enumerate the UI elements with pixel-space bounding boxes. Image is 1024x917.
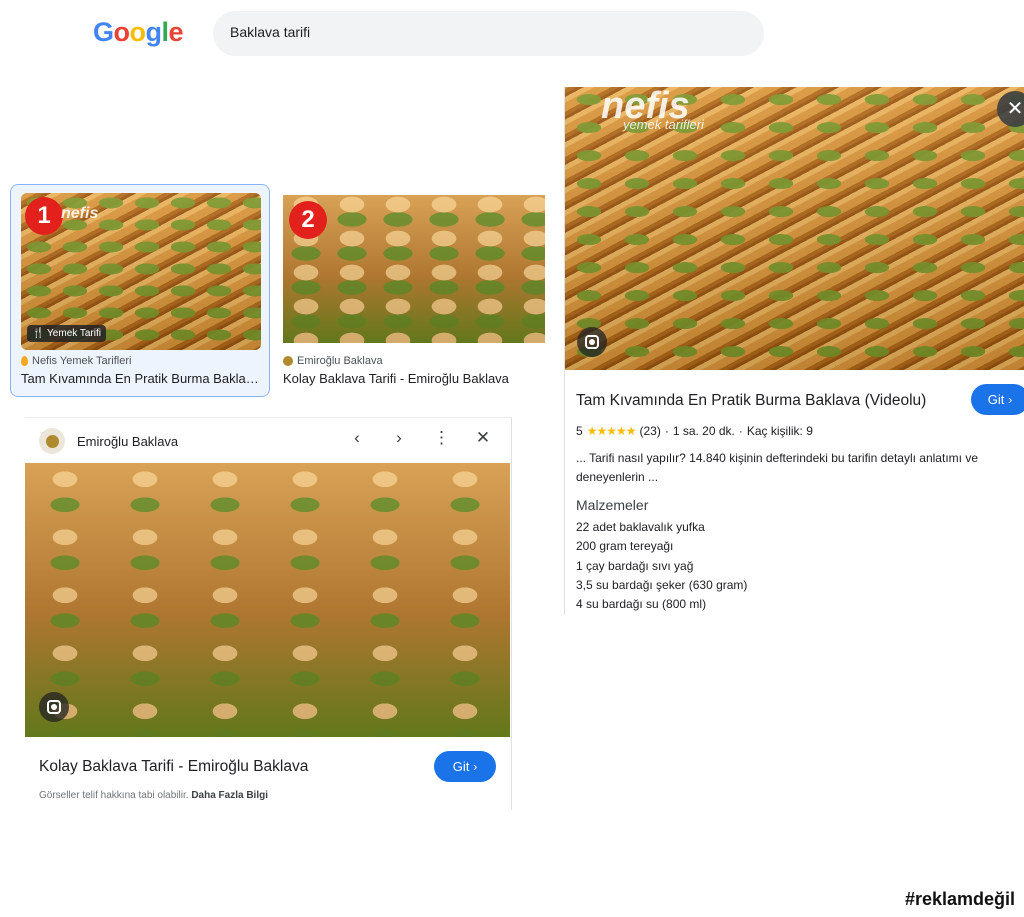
logo-letter: e: [168, 17, 184, 47]
star-icon: ★★★★★: [586, 424, 637, 438]
rating-value: 5: [576, 424, 583, 438]
result-source[interactable]: Nefis Yemek Tarifleri: [21, 355, 131, 367]
separator: ·: [664, 424, 669, 438]
logo-letter: l: [161, 17, 170, 47]
preview-panel-emiroglu: Emiroğlu Baklava ‹ › ⋮ ✕ Kolay Baklava T…: [25, 417, 512, 810]
google-logo[interactable]: Google: [93, 17, 184, 48]
image-result-1[interactable]: 1 nefis 🍴 Yemek Tarifi Nefis Yemek Tarif…: [10, 184, 270, 397]
preview-image[interactable]: [25, 463, 510, 737]
number-badge: 2: [289, 201, 327, 239]
more-options-icon[interactable]: ⋮: [433, 428, 450, 448]
site-watermark-sub: yemek tarifleri: [623, 117, 704, 132]
search-query[interactable]: Baklava tarifi: [230, 24, 310, 40]
ingredient-item: 4 su bardağı su (800 ml): [576, 597, 707, 612]
recipe-meta: 5 ★★★★★ (23) · 1 sa. 20 dk. · Kaç kişili…: [576, 424, 813, 438]
logo-letter: o: [113, 17, 131, 47]
ingredient-item: 22 adet baklavalık yufka: [576, 520, 705, 534]
result-title[interactable]: Kolay Baklava Tarifi - Emiroğlu Baklava: [283, 371, 545, 386]
ingredient-item: 1 çay bardağı sıvı yağ: [576, 558, 694, 573]
recipe-description: ... Tarifi nasıl yapılır? 14.840 kişinin…: [576, 451, 978, 484]
ingredient-item: 3,5 su bardağı şeker (630 gram): [576, 577, 748, 592]
preview-panel-nefis: nefis yemek tarifleri ✕ Tam Kıvamında En…: [564, 85, 1024, 616]
site-favicon-icon: [39, 428, 65, 454]
preview-title[interactable]: Tam Kıvamında En Pratik Burma Baklava (V…: [576, 392, 926, 410]
learn-more-link[interactable]: Daha Fazla Bilgi: [191, 790, 268, 801]
chevron-right-icon[interactable]: ›: [391, 428, 407, 448]
site-watermark: nefis: [61, 205, 99, 222]
result-source[interactable]: Emiroğlu Baklava: [283, 355, 383, 367]
result-title[interactable]: Tam Kıvamında En Pratik Burma Baklava (V…: [21, 371, 261, 386]
site-favicon-icon: [283, 356, 293, 366]
go-button[interactable]: Git ›: [971, 384, 1024, 415]
source-name: Nefis Yemek Tarifleri: [32, 355, 132, 367]
duration: 1 sa. 20 dk.: [672, 424, 735, 438]
panel-controls: ‹ › ⋮ ✕: [349, 428, 491, 448]
source-name: Emiroğlu Baklava: [297, 355, 383, 367]
logo-letter: G: [93, 17, 114, 47]
go-button[interactable]: Git ›: [434, 751, 496, 782]
preview-title[interactable]: Kolay Baklava Tarifi - Emiroğlu Baklava: [39, 758, 308, 776]
recipe-chip: 🍴 Yemek Tarifi: [27, 325, 106, 342]
logo-letter: g: [145, 17, 163, 47]
separator: ·: [738, 424, 743, 438]
ingredients-heading: Malzemeler: [576, 497, 649, 513]
hashtag-caption: #reklamdeğil: [904, 889, 1015, 909]
close-icon[interactable]: ✕: [475, 428, 491, 448]
servings: Kaç kişilik: 9: [746, 424, 813, 438]
copyright-notice: Görseller telif hakkına tabi olabilir. D…: [39, 790, 268, 801]
lens-icon[interactable]: [39, 692, 69, 722]
chevron-left-icon[interactable]: ‹: [349, 428, 365, 448]
logo-letter: o: [129, 17, 147, 47]
lens-icon[interactable]: [577, 327, 607, 357]
image-result-2[interactable]: 2 Emiroğlu Baklava Kolay Baklava Tarifi …: [283, 195, 545, 390]
flame-icon: [21, 356, 28, 366]
number-badge: 1: [25, 197, 63, 235]
ingredient-item: 200 gram tereyağı: [576, 539, 674, 554]
copyright-text: Görseller telif hakkına tabi olabilir.: [39, 790, 189, 801]
review-count: (23): [639, 424, 661, 438]
site-name[interactable]: Emiroğlu Baklava: [77, 434, 178, 449]
search-box[interactable]: Baklava tarifi: [213, 11, 764, 56]
ingredients-list: 22 adet baklavalık yufka 200 gram tereya…: [576, 520, 747, 616]
panel-header: Emiroğlu Baklava: [39, 428, 178, 454]
